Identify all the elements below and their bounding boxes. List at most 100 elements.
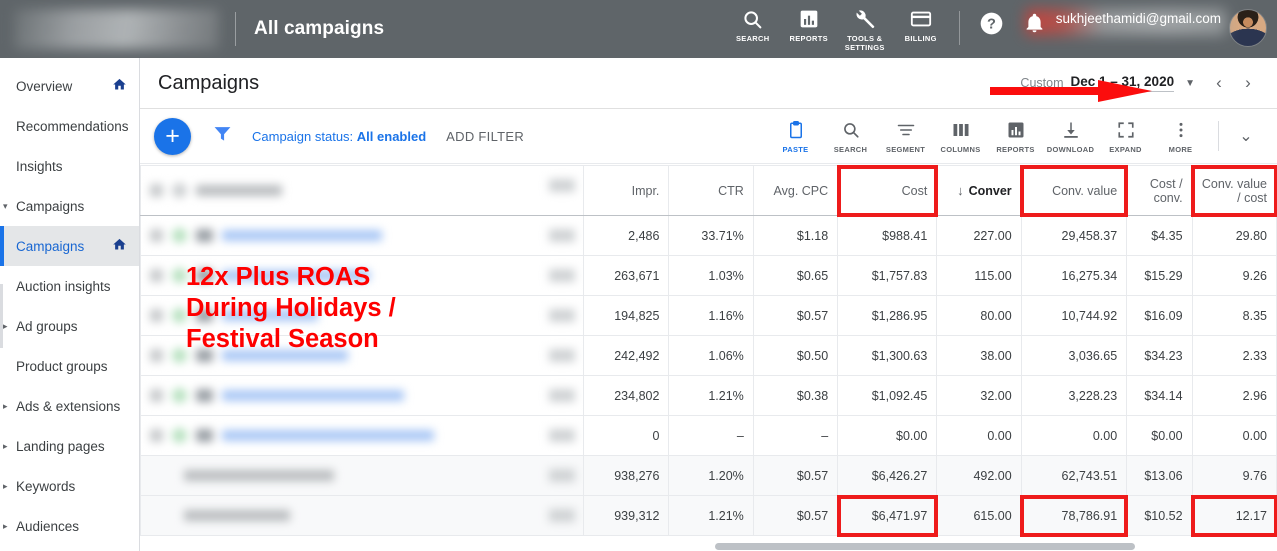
blurred-header-content: [150, 180, 574, 202]
filter-icon[interactable]: [213, 124, 232, 148]
expand-caret-icon[interactable]: ▸: [3, 321, 8, 331]
campaign-name-cell-blurred[interactable]: [140, 215, 584, 256]
table-row[interactable]: 2,486 33.71% $1.18 $988.41 227.00 29,458.37 $4…: [140, 215, 1277, 256]
campaigns-table: Impr. CTR Avg. CPC Cost ↓ Conver Conv. value Co…: [140, 165, 1277, 537]
table-row[interactable]: 234,802 1.21% $0.38 $1,092.45 32.00 3,228.23 $…: [140, 375, 1277, 416]
column-header-conv-value-cost[interactable]: Conv. value / cost: [1191, 165, 1277, 217]
column-header-cost-conv-[interactable]: Cost / conv.: [1126, 165, 1193, 216]
table-row[interactable]: 263,671 1.03% $0.65 $1,757.83 115.00 16,275.3…: [140, 255, 1277, 296]
table-cell: 29,458.37: [1020, 215, 1128, 256]
sidebar-item-audiences[interactable]: ▸ Audiences: [0, 506, 139, 546]
expand-caret-icon[interactable]: ▸: [3, 481, 8, 491]
table-cell: 2.33: [1191, 335, 1277, 376]
date-range-selector[interactable]: Custom Dec 1 – 31, 2020 ▼ ‹ ›: [1020, 73, 1259, 93]
column-header-ctr[interactable]: CTR: [668, 165, 754, 216]
table-cell: 2.96: [1191, 375, 1277, 416]
campaign-name-column-header: [140, 165, 584, 216]
table-row[interactable]: 242,492 1.06% $0.50 $1,300.63 38.00 3,036.65 $…: [140, 335, 1277, 376]
toolbar-action-label: EXPAND: [1109, 144, 1142, 154]
topbar-search-button[interactable]: SEARCH: [725, 7, 781, 43]
toolbar-paste-button[interactable]: PASTE: [768, 119, 823, 154]
sidebar-item-keywords[interactable]: ▸ Keywords: [0, 466, 139, 506]
expand-caret-icon[interactable]: ▾: [3, 201, 8, 211]
toolbar-expand-button[interactable]: EXPAND: [1098, 119, 1153, 154]
horizontal-scrollbar[interactable]: [140, 542, 1277, 551]
date-prev-button[interactable]: ‹: [1208, 73, 1230, 93]
toolbar-actions: PASTE SEARCH SEGMENT COLUMNS REPORTS DOWNLOAD…: [768, 119, 1208, 154]
avatar[interactable]: [1229, 9, 1267, 47]
blurred-cell-right: [549, 429, 575, 442]
expand-icon: [1117, 119, 1135, 141]
sidebar-item-ads-extensions[interactable]: ▸ Ads & extensions: [0, 386, 139, 426]
table-cell: 29.80: [1191, 215, 1277, 256]
topbar-tools-settings-button[interactable]: TOOLS & SETTINGS: [837, 7, 893, 52]
column-header-conver[interactable]: ↓ Conver: [936, 165, 1022, 216]
sidebar-item-auction-insights[interactable]: Auction insights: [0, 266, 139, 306]
column-header-cost[interactable]: Cost: [836, 165, 938, 217]
blurred-cell-right: [549, 229, 575, 242]
sidebar-item-landing-pages[interactable]: ▸ Landing pages: [0, 426, 139, 466]
topbar-reports-button[interactable]: REPORTS: [781, 7, 837, 43]
column-header-label: Conv. value / cost: [1201, 176, 1267, 205]
table-row[interactable]: 939,312 1.21% $0.57 $6,471.97 615.00 78,786.9…: [140, 494, 1277, 537]
expand-caret-icon[interactable]: ▸: [3, 521, 8, 531]
table-row[interactable]: 194,825 1.16% $0.57 $1,286.95 80.00 10,744.92…: [140, 295, 1277, 336]
reports-icon: [1007, 119, 1025, 141]
toolbar-columns-button[interactable]: COLUMNS: [933, 119, 988, 154]
sidebar-item-label: Campaigns: [16, 198, 85, 214]
table-cell: $0.57: [752, 495, 839, 536]
table-cell: –: [668, 415, 754, 456]
table-row[interactable]: 0– – $0.00 0.00 0.00 $0.00 0.00: [140, 415, 1277, 456]
table-cell: 78,786.91: [1020, 494, 1128, 537]
collapse-chevron-icon[interactable]: ⌄: [1229, 126, 1263, 146]
column-header-label: Conv. value: [1052, 183, 1118, 198]
campaign-name-cell-blurred[interactable]: [140, 255, 584, 296]
topbar-search-label: SEARCH: [735, 34, 770, 43]
campaign-status-filter-chip[interactable]: Campaign status: All enabled: [252, 129, 426, 144]
table-cell: 62,743.51: [1020, 455, 1128, 496]
add-campaign-button[interactable]: +: [154, 117, 191, 155]
chevron-down-icon[interactable]: ▼: [1185, 78, 1195, 89]
sidebar-item-overview[interactable]: Overview: [0, 66, 139, 106]
expand-caret-icon[interactable]: ▸: [3, 401, 8, 411]
campaign-name-cell-blurred[interactable]: [140, 335, 584, 376]
table-cell: 9.76: [1191, 455, 1277, 496]
table-cell: 615.00: [936, 495, 1022, 536]
campaign-name-cell-blurred[interactable]: [140, 295, 584, 336]
table-cell: $34.14: [1126, 375, 1193, 416]
campaign-name-cell-blurred[interactable]: [140, 495, 584, 536]
notifications-button[interactable]: [1014, 7, 1226, 35]
expand-caret-icon[interactable]: ▸: [3, 441, 8, 451]
toolbar-reports-button[interactable]: REPORTS: [988, 119, 1043, 154]
sidebar-item-recommendations[interactable]: Recommendations: [0, 106, 139, 146]
campaign-name-cell-blurred[interactable]: [140, 375, 584, 416]
sidebar-item-campaigns[interactable]: ▾ Campaigns: [0, 186, 139, 226]
campaign-name-cell-blurred[interactable]: [140, 415, 584, 456]
blurred-header-right: [549, 179, 575, 192]
table-cell: $1,300.63: [837, 335, 938, 376]
sidebar-item-insights[interactable]: Insights: [0, 146, 139, 186]
column-header-avg-cpc[interactable]: Avg. CPC: [752, 165, 839, 216]
campaign-name-cell-blurred[interactable]: [140, 455, 584, 496]
table-row[interactable]: 938,276 1.20% $0.57 $6,426.27 492.00 62,743.5…: [140, 455, 1277, 496]
horizontal-scrollbar-thumb[interactable]: [715, 543, 1135, 550]
top-app-bar: All campaigns SEARCH REPORTS TOOLS & SET…: [0, 0, 1277, 58]
table-cell: 1.21%: [668, 495, 754, 536]
toolbar-segment-button[interactable]: SEGMENT: [878, 119, 933, 154]
column-header-conv-value[interactable]: Conv. value: [1020, 165, 1128, 217]
table-cell: $0.50: [752, 335, 839, 376]
toolbar-action-label: SEARCH: [833, 144, 868, 154]
date-range-value[interactable]: Dec 1 – 31, 2020: [1070, 74, 1175, 92]
sidebar-item-ad-groups[interactable]: ▸ Ad groups: [0, 306, 139, 346]
topbar-billing-button[interactable]: BILLING: [893, 7, 949, 43]
table-cell: 1.21%: [668, 375, 754, 416]
help-button[interactable]: ?: [970, 7, 1014, 36]
add-filter-button[interactable]: ADD FILTER: [446, 129, 524, 144]
toolbar-search-button[interactable]: SEARCH: [823, 119, 878, 154]
column-header-impr-[interactable]: Impr.: [582, 165, 670, 216]
sidebar-item-product-groups[interactable]: Product groups: [0, 346, 139, 386]
date-next-button[interactable]: ›: [1237, 73, 1259, 93]
sidebar-item-campaigns[interactable]: Campaigns: [0, 226, 139, 266]
toolbar-download-button[interactable]: DOWNLOAD: [1043, 119, 1098, 154]
toolbar-more-button[interactable]: MORE: [1153, 119, 1208, 154]
